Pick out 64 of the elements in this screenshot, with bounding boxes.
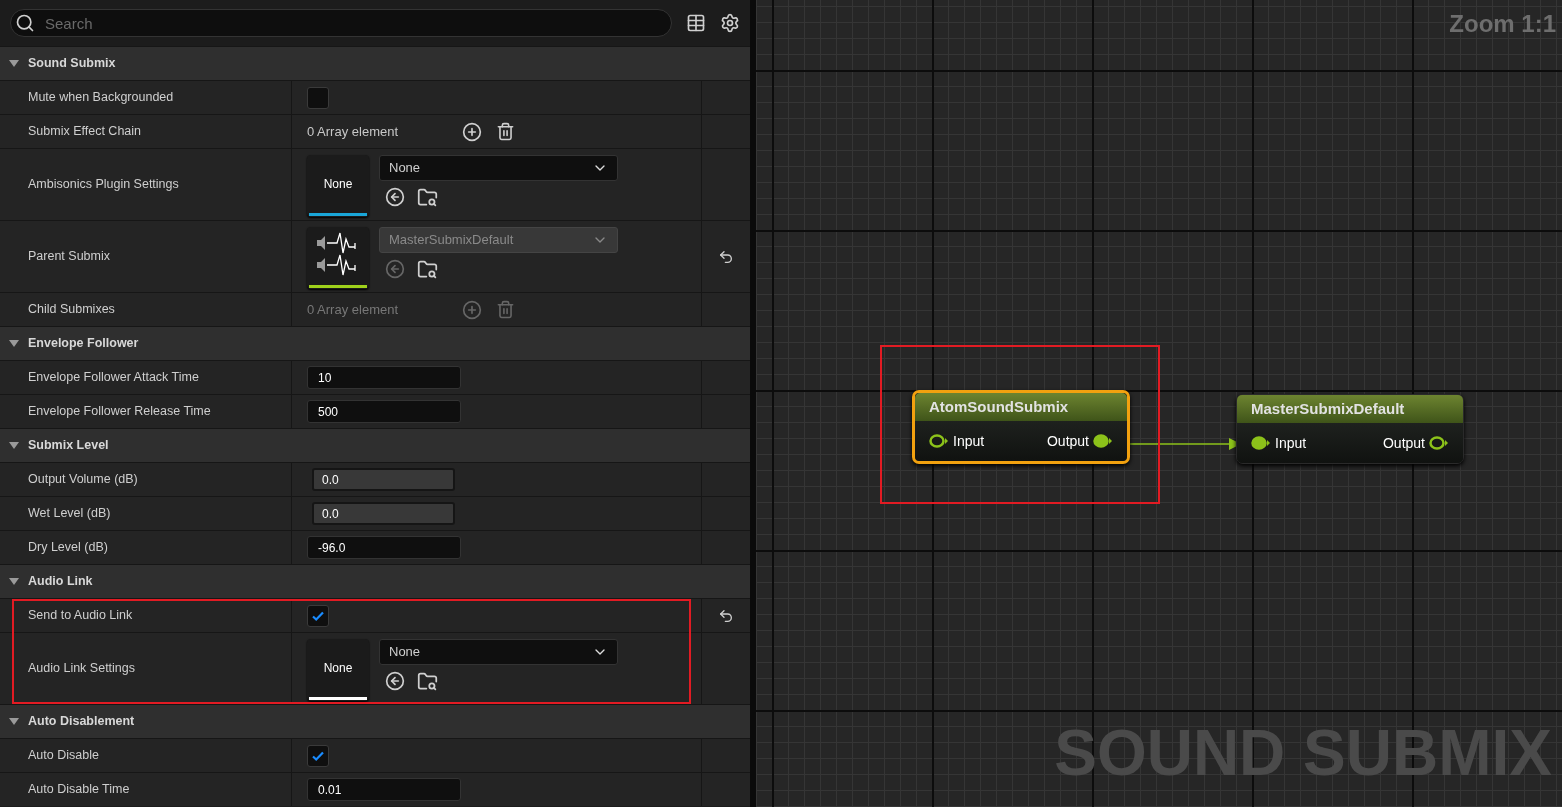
property-label: Auto Disable [28,747,99,765]
pin-icon[interactable] [1429,436,1449,450]
number-field[interactable]: -96.0 [307,536,461,559]
checkbox[interactable] [307,604,329,627]
array-count: 0 Array element [307,122,400,141]
property-label: Mute when Backgrounded [28,89,174,107]
settings-icon[interactable] [720,13,740,33]
property-label: Envelope Follower Release Time [28,403,211,421]
section-header[interactable]: Audio Link [0,564,750,598]
reset-icon[interactable] [718,607,734,624]
folder-search-icon[interactable] [417,670,438,692]
property-label: Parent Submix [28,248,110,266]
caret-down-icon[interactable] [8,716,20,727]
pin-label: Output [1046,431,1089,451]
search-icon [15,13,35,33]
asset-thumbnail[interactable]: None [307,154,369,217]
property-label: Wet Level (dB) [28,505,111,523]
property-label: Submix Effect Chain [28,123,142,141]
pin-icon[interactable] [929,434,949,448]
graph-canvas[interactable]: Zoom 1:1 AtomSoundSubmix Input Output MasterSubmixDefault Input Output SOUND SUBMIX [756,0,1562,807]
checkbox[interactable] [307,86,329,109]
asset-dropdown[interactable]: None [379,154,618,181]
pin-icon[interactable] [1093,434,1113,448]
checkbox[interactable] [307,744,329,767]
section-header[interactable]: Envelope Follower [0,326,750,360]
slider-field[interactable]: 0.0 [312,468,455,491]
property-label: Dry Level (dB) [28,539,108,557]
number-field[interactable]: 10 [307,366,461,389]
section-header[interactable]: Submix Level [0,428,750,462]
graph-title: SOUND SUBMIX [1054,721,1552,785]
node-title: MasterSubmixDefault [1251,398,1405,419]
asset-dropdown[interactable]: None [379,638,618,665]
pin-label: Input [953,431,985,451]
number-field[interactable]: 500 [307,400,461,423]
graph-node[interactable]: AtomSoundSubmix Input Output [912,390,1130,464]
pin-label: Input [1275,433,1307,453]
thumbnail-label: None [323,175,353,193]
section-header[interactable]: Auto Disablement [0,704,750,738]
section-header[interactable]: Sound Submix [0,46,750,80]
table-icon[interactable] [686,13,706,33]
pin-icon[interactable] [1251,436,1271,450]
number-field[interactable]: 0.01 [307,778,461,801]
caret-down-icon[interactable] [8,58,20,69]
caret-down-icon[interactable] [8,576,20,587]
caret-down-icon[interactable] [8,440,20,451]
node-title: AtomSoundSubmix [929,396,1069,417]
zoom-label: Zoom 1:1 [1449,9,1556,39]
asset-thumbnail[interactable]: None [307,638,369,701]
property-label: Envelope Follower Attack Time [28,369,199,387]
slider-field[interactable]: 0.0 [312,502,455,525]
property-label: Send to Audio Link [28,607,133,625]
property-label: Child Submixes [28,301,115,319]
thumbnail-label: None [323,659,353,677]
graph-node[interactable]: MasterSubmixDefault Input Output [1236,394,1464,464]
property-label: Output Volume (dB) [28,471,138,489]
folder-search-icon[interactable] [417,186,438,208]
property-label: Auto Disable Time [28,781,130,799]
caret-down-icon[interactable] [8,338,20,349]
pin-label: Output [1382,433,1425,453]
property-label: Audio Link Settings [28,660,135,678]
array-count: 0 Array element [307,300,400,319]
search-field[interactable]: Search [10,9,672,37]
property-label: Ambisonics Plugin Settings [28,176,179,194]
trash-icon[interactable] [496,122,515,141]
